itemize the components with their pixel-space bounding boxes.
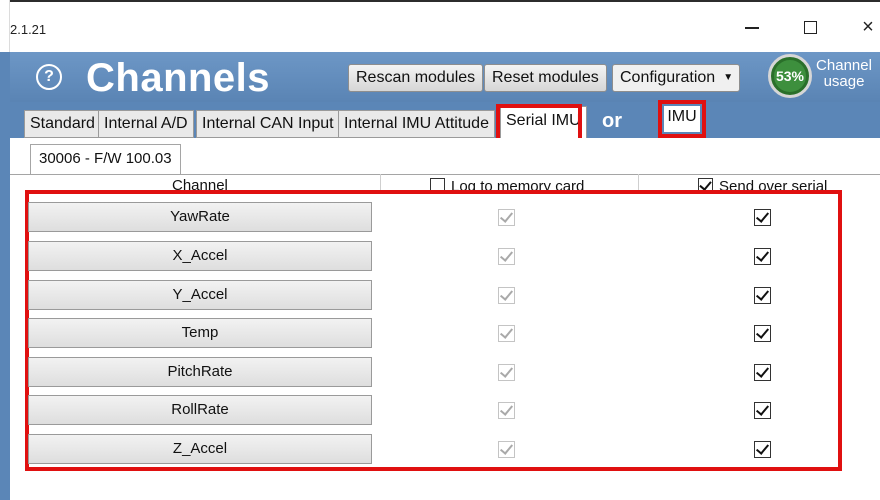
log-checkbox (498, 441, 515, 458)
send-checkbox[interactable] (754, 209, 771, 226)
minimize-icon (745, 26, 759, 29)
page-header: ? Channels Rescan modules Reset modules … (10, 52, 880, 102)
left-blue-strip (0, 52, 10, 500)
log-checkbox (498, 287, 515, 304)
close-button[interactable]: × (846, 12, 880, 42)
channel-button[interactable]: Temp (28, 318, 372, 348)
send-checkbox[interactable] (754, 325, 771, 342)
app-version: 2.1.21 (10, 22, 47, 37)
tab-internal-can-input[interactable]: Internal CAN Input (196, 110, 340, 138)
title-bar: 2.1.21 × (10, 0, 880, 52)
table-row: Y_Accel (28, 278, 840, 312)
tab-internal-imu-attitude[interactable]: Internal IMU Attitude (338, 110, 495, 138)
table-row: RollRate (28, 393, 840, 427)
table-row: YawRate (28, 200, 840, 234)
channel-usage-label: Channel usage (816, 57, 872, 90)
reset-modules-button[interactable]: Reset modules (484, 64, 607, 92)
close-icon: × (862, 16, 874, 38)
tab-imu[interactable]: IMU (664, 106, 700, 132)
send-checkbox[interactable] (754, 248, 771, 265)
table-row: PitchRate (28, 355, 840, 389)
configuration-label: Configuration (620, 69, 716, 86)
rescan-modules-button[interactable]: Rescan modules (348, 64, 484, 92)
send-checkbox[interactable] (754, 402, 771, 419)
channel-button[interactable]: Z_Accel (28, 434, 372, 464)
log-checkbox (498, 325, 515, 342)
channel-button[interactable]: PitchRate (28, 357, 372, 387)
log-checkbox (498, 209, 515, 226)
or-annotation: or (602, 110, 622, 132)
help-icon[interactable]: ? (36, 64, 62, 90)
page-title: Channels (86, 56, 271, 100)
log-checkbox (498, 364, 515, 381)
channel-button[interactable]: YawRate (28, 202, 372, 232)
module-tab[interactable]: 30006 - F/W 100.03 (30, 144, 181, 174)
channel-button[interactable]: RollRate (28, 395, 372, 425)
channel-button[interactable]: Y_Accel (28, 280, 372, 310)
configuration-dropdown[interactable]: Configuration ▼ (612, 64, 741, 92)
send-checkbox[interactable] (754, 441, 771, 458)
window-left-edge (0, 0, 10, 500)
maximize-button[interactable] (788, 12, 832, 42)
channel-usage-gauge: 53% (768, 54, 812, 98)
imu-tab-highlight: IMU (658, 100, 706, 138)
module-tab-divider (10, 174, 880, 175)
channel-button[interactable]: X_Accel (28, 241, 372, 271)
channel-tabs: Standard Internal A/D Internal CAN Input… (10, 100, 880, 138)
log-checkbox (498, 248, 515, 265)
log-checkbox (498, 402, 515, 419)
tab-internal-ad[interactable]: Internal A/D (98, 110, 194, 138)
send-checkbox[interactable] (754, 364, 771, 381)
chevron-down-icon: ▼ (723, 72, 734, 83)
maximize-icon (803, 21, 817, 35)
minimize-button[interactable] (730, 12, 774, 42)
send-checkbox[interactable] (754, 287, 771, 304)
table-row: Temp (28, 316, 840, 350)
tab-standard[interactable]: Standard (24, 110, 101, 138)
table-row: Z_Accel (28, 432, 840, 466)
table-row: X_Accel (28, 239, 840, 273)
